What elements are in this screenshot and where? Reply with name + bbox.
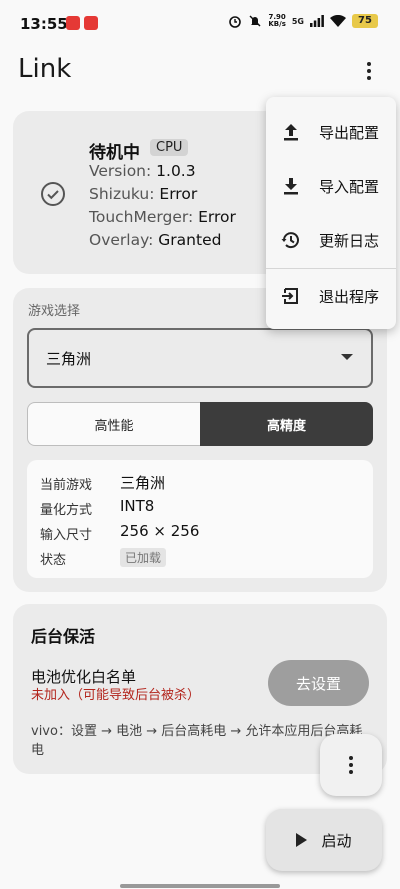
- touchmerger-line: TouchMerger: Error: [89, 208, 236, 226]
- download-icon: [284, 178, 298, 195]
- quant-value: INT8: [120, 497, 155, 515]
- input-size-label: 输入尺寸: [40, 528, 93, 543]
- menu-item-exit[interactable]: 退出程序: [266, 269, 396, 323]
- goto-settings-button[interactable]: 去设置: [268, 660, 369, 706]
- net-speed: 7.90 KB/s: [268, 13, 286, 28]
- history-icon: [281, 232, 299, 249]
- menu-item-export[interactable]: 导出配置: [266, 105, 396, 159]
- overlay-line: Overlay: Granted: [89, 231, 222, 249]
- status-icons: 7.90 KB/s 5G 75: [228, 14, 378, 28]
- mode-high-performance[interactable]: 高性能: [27, 402, 200, 446]
- menu-item-changelog[interactable]: 更新日志: [266, 213, 396, 267]
- menu-divider: [266, 268, 396, 269]
- game-section-label: 游戏选择: [28, 304, 81, 319]
- more-vert-icon[interactable]: [356, 58, 382, 84]
- alarm-icon: [229, 16, 242, 28]
- menu-item-import[interactable]: 导入配置: [266, 159, 396, 213]
- network-type: 5G: [291, 16, 304, 26]
- gesture-nav-bar[interactable]: [120, 884, 280, 888]
- app-badge-icon: [66, 16, 80, 30]
- app-title: Link: [18, 54, 72, 84]
- exit-icon: [282, 288, 298, 304]
- start-label: 启动: [321, 831, 352, 850]
- battery-icon: 75: [352, 14, 378, 28]
- overflow-menu: 导出配置 导入配置 更新日志 退出程序: [266, 97, 396, 329]
- quant-label: 量化方式: [40, 503, 93, 518]
- state-label: 状态: [40, 553, 67, 568]
- current-game-value: 三角洲: [120, 474, 166, 492]
- play-icon: [296, 833, 308, 847]
- start-fab[interactable]: 启动: [266, 809, 382, 871]
- app-badge-icon: [84, 16, 98, 30]
- cpu-chip: CPU: [150, 139, 189, 156]
- mode-high-precision[interactable]: 高精度: [200, 402, 373, 446]
- keepalive-title: 后台保活: [31, 627, 96, 646]
- mute-icon: [249, 15, 261, 27]
- game-select-value: 三角洲: [46, 350, 92, 368]
- state-badge: 已加载: [120, 548, 167, 567]
- wifi-icon: [330, 15, 346, 27]
- signal-icon: [310, 15, 324, 27]
- battery-whitelist-warning: 未加入（可能导致后台被杀）: [31, 688, 201, 703]
- vivo-hint: vivo：设置 → 电池 → 后台高耗电 → 允许本应用后台高耗电: [31, 724, 363, 758]
- check-circle-icon: [41, 182, 65, 206]
- status-title: 待机中: [89, 143, 140, 163]
- more-vert-icon: [349, 756, 353, 760]
- version-line: Version: 1.0.3: [89, 162, 196, 180]
- status-time: 13:55: [20, 15, 68, 33]
- more-actions-fab[interactable]: [320, 734, 382, 796]
- current-game-label: 当前游戏: [40, 478, 93, 493]
- dropdown-arrow-icon: [341, 354, 353, 360]
- shizuku-line: Shizuku: Error: [89, 185, 198, 203]
- upload-icon: [284, 124, 298, 141]
- input-size-value: 256 × 256: [120, 522, 200, 540]
